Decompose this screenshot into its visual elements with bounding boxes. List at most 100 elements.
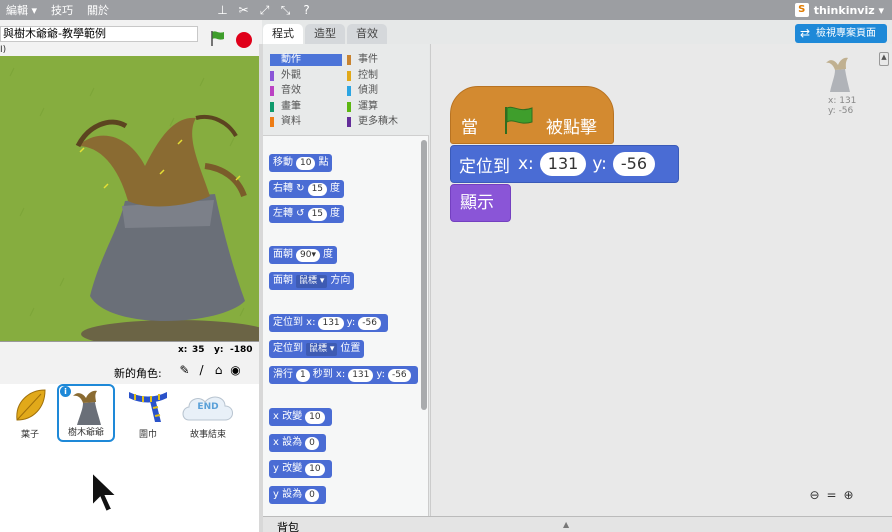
goto-y-input[interactable]: -56 — [612, 152, 656, 176]
project-subtitle: I) — [0, 45, 7, 55]
palette-block-0[interactable]: 移動 10 點 — [269, 154, 333, 172]
sprite-tile-leaf[interactable]: 葉子 — [1, 384, 59, 442]
block-text: 秒到 x: — [312, 369, 346, 380]
palette-block-7[interactable]: 滑行 1 秒到 x: 131 y: -56 — [269, 366, 418, 384]
stamp-icon[interactable]: ⊥ — [212, 3, 233, 17]
block-number-input[interactable]: 131 — [348, 368, 374, 382]
palette-block-3[interactable]: 面朝 90▾ 度 — [269, 246, 337, 264]
category-label: 偵測 — [358, 85, 378, 96]
goto-label: 定位到 — [459, 156, 510, 177]
block-number-input[interactable]: 15 — [307, 207, 328, 221]
tab-scripts[interactable]: 程式 — [263, 24, 303, 44]
see-project-page-button[interactable]: ⇄ 檢視專案頁面 — [795, 24, 887, 43]
block-text: y 設為 — [273, 489, 303, 500]
block-number-input[interactable]: 1 — [296, 368, 310, 382]
category-color-swatch — [347, 117, 351, 127]
palette-block-4[interactable]: 面朝 鼠標 ▾ 方向 — [269, 272, 355, 290]
go-to-xy-block[interactable]: 定位到 x: 131 y: -56 — [450, 145, 679, 183]
menu-item-0[interactable]: 編輯 ▾ — [6, 2, 37, 18]
block-number-input[interactable]: -56 — [387, 368, 411, 382]
category-color-swatch — [270, 117, 274, 127]
grow-icon[interactable]: ⤢ — [254, 3, 275, 18]
menu-item-2[interactable]: 關於 — [87, 2, 109, 18]
palette-block-2[interactable]: 左轉 ↺ 15 度 — [269, 205, 345, 223]
category-5[interactable]: 事件 — [347, 54, 378, 66]
sprite-tile-end[interactable]: END 故事結束 — [179, 384, 237, 442]
green-flag-icon[interactable] — [209, 29, 227, 47]
palette-block-11[interactable]: y 設為 0 — [269, 486, 326, 504]
block-number-input[interactable]: 10 — [296, 156, 316, 170]
menu-item-1[interactable]: 技巧 — [51, 2, 73, 18]
block-number-input[interactable]: 131 — [318, 316, 344, 330]
palette-block-1[interactable]: 右轉 ↻ 15 度 — [269, 180, 345, 198]
category-1[interactable]: 外觀 — [270, 70, 301, 82]
palette-block-10[interactable]: y 改變 10 — [269, 460, 332, 478]
block-dropdown[interactable]: 鼠標 ▾ — [296, 274, 328, 288]
category-9[interactable]: 更多積木 — [347, 116, 398, 128]
zoom-in-icon[interactable]: ⊕ — [840, 488, 857, 502]
upload-sprite-icon[interactable]: ⌂ — [210, 363, 227, 377]
block-number-input[interactable]: -56 — [358, 316, 381, 330]
current-sprite-y: y: -56 — [828, 106, 854, 116]
tab-sounds[interactable]: 音效 — [347, 24, 387, 44]
block-number-input[interactable]: 0 — [305, 436, 319, 450]
help-icon[interactable]: ? — [296, 3, 317, 17]
category-label: 動作 — [281, 54, 301, 65]
end-cloud-text: END — [197, 402, 219, 412]
block-number-input[interactable]: 90▾ — [296, 248, 320, 262]
category-8[interactable]: 運算 — [347, 101, 378, 113]
category-6[interactable]: 控制 — [347, 70, 378, 82]
category-7[interactable]: 偵測 — [347, 85, 378, 97]
block-text: x 設為 — [273, 437, 303, 448]
user-menu[interactable]: S thinkinviz ▾ — [794, 0, 884, 20]
cut-icon[interactable]: ✂ — [233, 3, 254, 17]
camera-sprite-icon[interactable]: ◉ — [227, 363, 244, 377]
project-title-input[interactable]: 與樹木爺爺-教學範例 — [0, 26, 198, 42]
goto-x-input[interactable]: 131 — [539, 152, 587, 176]
stop-icon[interactable] — [236, 32, 252, 48]
library-sprite-icon[interactable]: ✎ — [176, 363, 193, 377]
palette-block-6[interactable]: 定位到 鼠標 ▾ 位置 — [269, 340, 365, 358]
category-3[interactable]: 畫筆 — [270, 101, 301, 113]
block-number-input[interactable]: 10 — [305, 410, 325, 424]
new-sprite-tools: ✎ / ⌂ ◉ — [176, 363, 244, 377]
block-dropdown[interactable]: 鼠標 ▾ — [306, 342, 338, 356]
current-sprite-coords: x: 131 y: -56 — [828, 96, 856, 116]
script-scroll-arrow-icon[interactable]: ▲ — [879, 52, 889, 66]
palette-block-5[interactable]: 定位到 x: 131 y: -56 — [269, 314, 388, 332]
goto-x-label: x: — [518, 154, 534, 174]
block-text: 度 — [322, 249, 333, 260]
backpack-bar[interactable]: 背包 ▲ — [263, 516, 892, 532]
block-text: 面朝 — [273, 249, 293, 260]
when-flag-clicked-block[interactable]: 當 被點擊 — [450, 86, 614, 144]
palette-block-9[interactable]: x 設為 0 — [269, 434, 326, 452]
category-label: 控制 — [358, 69, 378, 81]
expand-backpack-icon[interactable]: ▲ — [563, 520, 569, 529]
tab-costumes[interactable]: 造型 — [305, 24, 345, 44]
sprite-tile-tree[interactable]: i 樹木爺爺 — [57, 384, 115, 442]
info-icon[interactable]: i — [60, 386, 71, 397]
paint-sprite-icon[interactable]: / — [193, 363, 210, 377]
current-sprite-x: x: 131 — [828, 96, 857, 106]
block-number-input[interactable]: 10 — [305, 462, 325, 476]
palette-scrollbar[interactable] — [421, 140, 427, 410]
palette-block-8[interactable]: x 改變 10 — [269, 408, 332, 426]
stage-canvas[interactable] — [0, 56, 259, 342]
shrink-icon[interactable]: ⤡ — [275, 3, 296, 18]
category-2[interactable]: 音效 — [270, 85, 301, 97]
block-text: 度 — [330, 183, 341, 194]
category-4[interactable]: 資料 — [270, 116, 301, 128]
category-0[interactable]: 動作 — [270, 54, 342, 66]
zoom-out-icon[interactable]: ⊖ — [806, 488, 823, 502]
username: thinkinviz ▾ — [813, 3, 884, 17]
block-number-input[interactable]: 15 — [307, 182, 328, 196]
zoom-reset-icon[interactable]: = — [823, 488, 840, 502]
mouse-y-value: -180 — [230, 345, 253, 355]
category-color-swatch — [347, 70, 351, 81]
category-color-swatch — [270, 86, 274, 96]
sprite-tile-scarf[interactable]: 圍巾 — [119, 384, 177, 442]
block-number-input[interactable]: 0 — [305, 488, 319, 502]
new-sprite-label: 新的角色: — [114, 367, 162, 380]
category-label: 資料 — [281, 116, 301, 127]
show-block[interactable]: 顯示 — [450, 184, 511, 222]
